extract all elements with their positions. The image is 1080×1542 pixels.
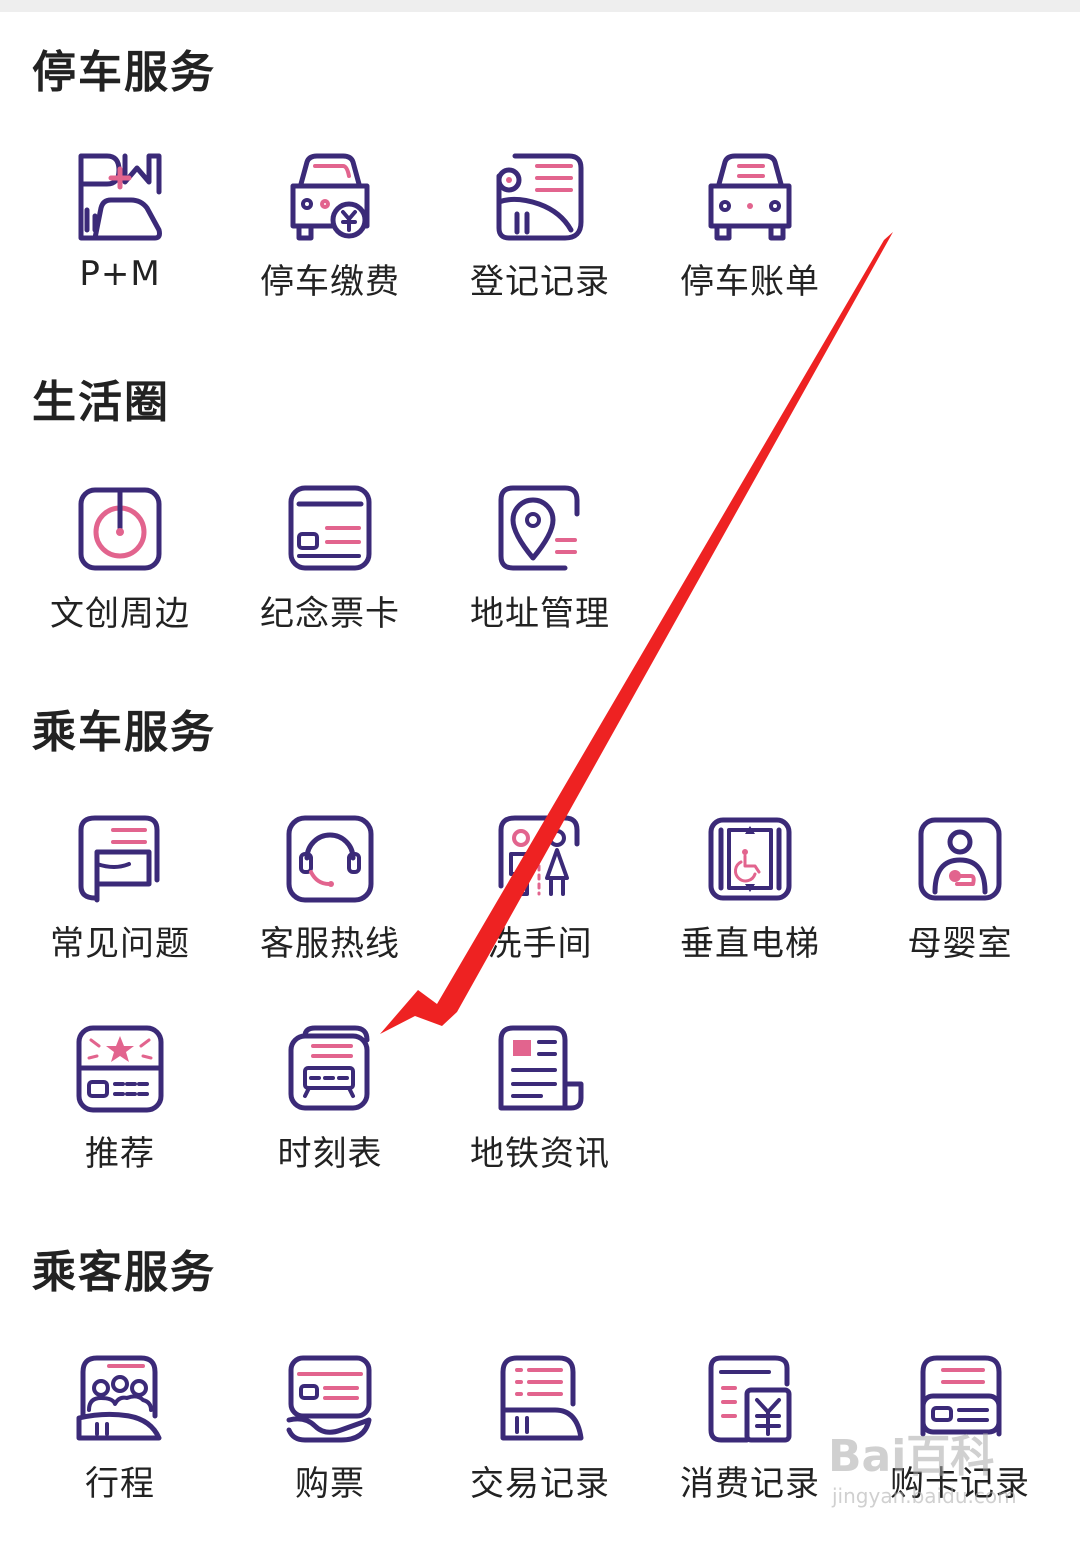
tile-label: 客服热线 — [260, 924, 400, 964]
tile-label: 垂直电梯 — [680, 924, 820, 964]
tile-label: 登记记录 — [470, 262, 610, 302]
nursing-room-icon — [915, 814, 1005, 904]
tile-parking-payment[interactable]: 停车缴费 — [225, 152, 435, 332]
recommend-icon — [75, 1024, 165, 1114]
tile-label: 母婴室 — [907, 924, 1013, 964]
tile-address-management[interactable]: 地址管理 — [435, 484, 645, 664]
tile-label: 常见问题 — [50, 924, 190, 964]
tile-customer-service[interactable]: 客服热线 — [225, 814, 435, 994]
section-title-ride-service: 乘车服务 — [32, 707, 216, 758]
tile-label: 纪念票卡 — [260, 594, 400, 634]
watermark-logo-text: Bai百科 — [828, 1431, 995, 1482]
tile-parking-bill[interactable]: 停车账单 — [645, 152, 855, 332]
tile-label: 时刻表 — [277, 1134, 383, 1174]
tile-registration-record[interactable]: 登记记录 — [435, 152, 645, 332]
cultural-products-icon — [75, 484, 165, 574]
tile-label: 行程 — [85, 1464, 155, 1504]
p-plus-m-icon — [75, 152, 165, 242]
timetable-icon — [285, 1024, 375, 1114]
tile-label: 洗手间 — [487, 924, 593, 964]
souvenir-card-icon — [285, 484, 375, 574]
tile-timetable[interactable]: 时刻表 — [225, 1024, 435, 1204]
trip-icon — [75, 1354, 165, 1444]
parking-bill-icon — [705, 152, 795, 242]
baidu-watermark: Bai百科 jingyan.baidu.com — [828, 1420, 1068, 1520]
tile-souvenir-card[interactable]: 纪念票卡 — [225, 484, 435, 664]
parking-payment-icon — [285, 152, 375, 242]
tile-trip[interactable]: 行程 — [15, 1354, 225, 1534]
consumption-record-icon — [705, 1354, 795, 1444]
tile-label: 推荐 — [85, 1134, 155, 1174]
metro-news-icon — [495, 1024, 585, 1114]
restroom-icon — [495, 814, 585, 904]
section-title-passenger-service: 乘客服务 — [32, 1247, 216, 1298]
address-management-icon — [495, 484, 585, 574]
buy-ticket-icon — [285, 1354, 375, 1444]
tile-label: 购票 — [295, 1464, 365, 1504]
top-bar — [0, 0, 1080, 12]
tile-metro-news[interactable]: 地铁资讯 — [435, 1024, 645, 1204]
tile-label: 消费记录 — [680, 1464, 820, 1504]
tile-faq[interactable]: 常见问题 — [15, 814, 225, 994]
tile-nursing-room[interactable]: 母婴室 — [855, 814, 1065, 994]
tile-label: P+M — [79, 254, 161, 294]
tile-cultural-products[interactable]: 文创周边 — [15, 484, 225, 664]
faq-icon — [75, 814, 165, 904]
section-title-parking: 停车服务 — [32, 47, 216, 98]
tile-transaction-record[interactable]: 交易记录 — [435, 1354, 645, 1534]
customer-service-icon — [285, 814, 375, 904]
tile-p-plus-m[interactable]: P+M — [15, 152, 225, 332]
tile-consumption-record[interactable]: 消费记录 — [645, 1354, 855, 1534]
elevator-icon — [705, 814, 795, 904]
tile-label: 地址管理 — [470, 594, 610, 634]
tile-label: 文创周边 — [50, 594, 190, 634]
tile-recommend[interactable]: 推荐 — [15, 1024, 225, 1204]
tile-label: 停车缴费 — [260, 262, 400, 302]
tile-label: 地铁资讯 — [470, 1134, 610, 1174]
transaction-record-icon — [495, 1354, 585, 1444]
tile-buy-ticket[interactable]: 购票 — [225, 1354, 435, 1534]
section-title-life-circle: 生活圈 — [32, 377, 170, 428]
tile-label: 交易记录 — [470, 1464, 610, 1504]
registration-record-icon — [495, 152, 585, 242]
tile-restroom[interactable]: 洗手间 — [435, 814, 645, 994]
tile-label: 停车账单 — [680, 262, 820, 302]
watermark-url: jingyan.baidu.com — [832, 1484, 1017, 1508]
tile-elevator[interactable]: 垂直电梯 — [645, 814, 855, 994]
